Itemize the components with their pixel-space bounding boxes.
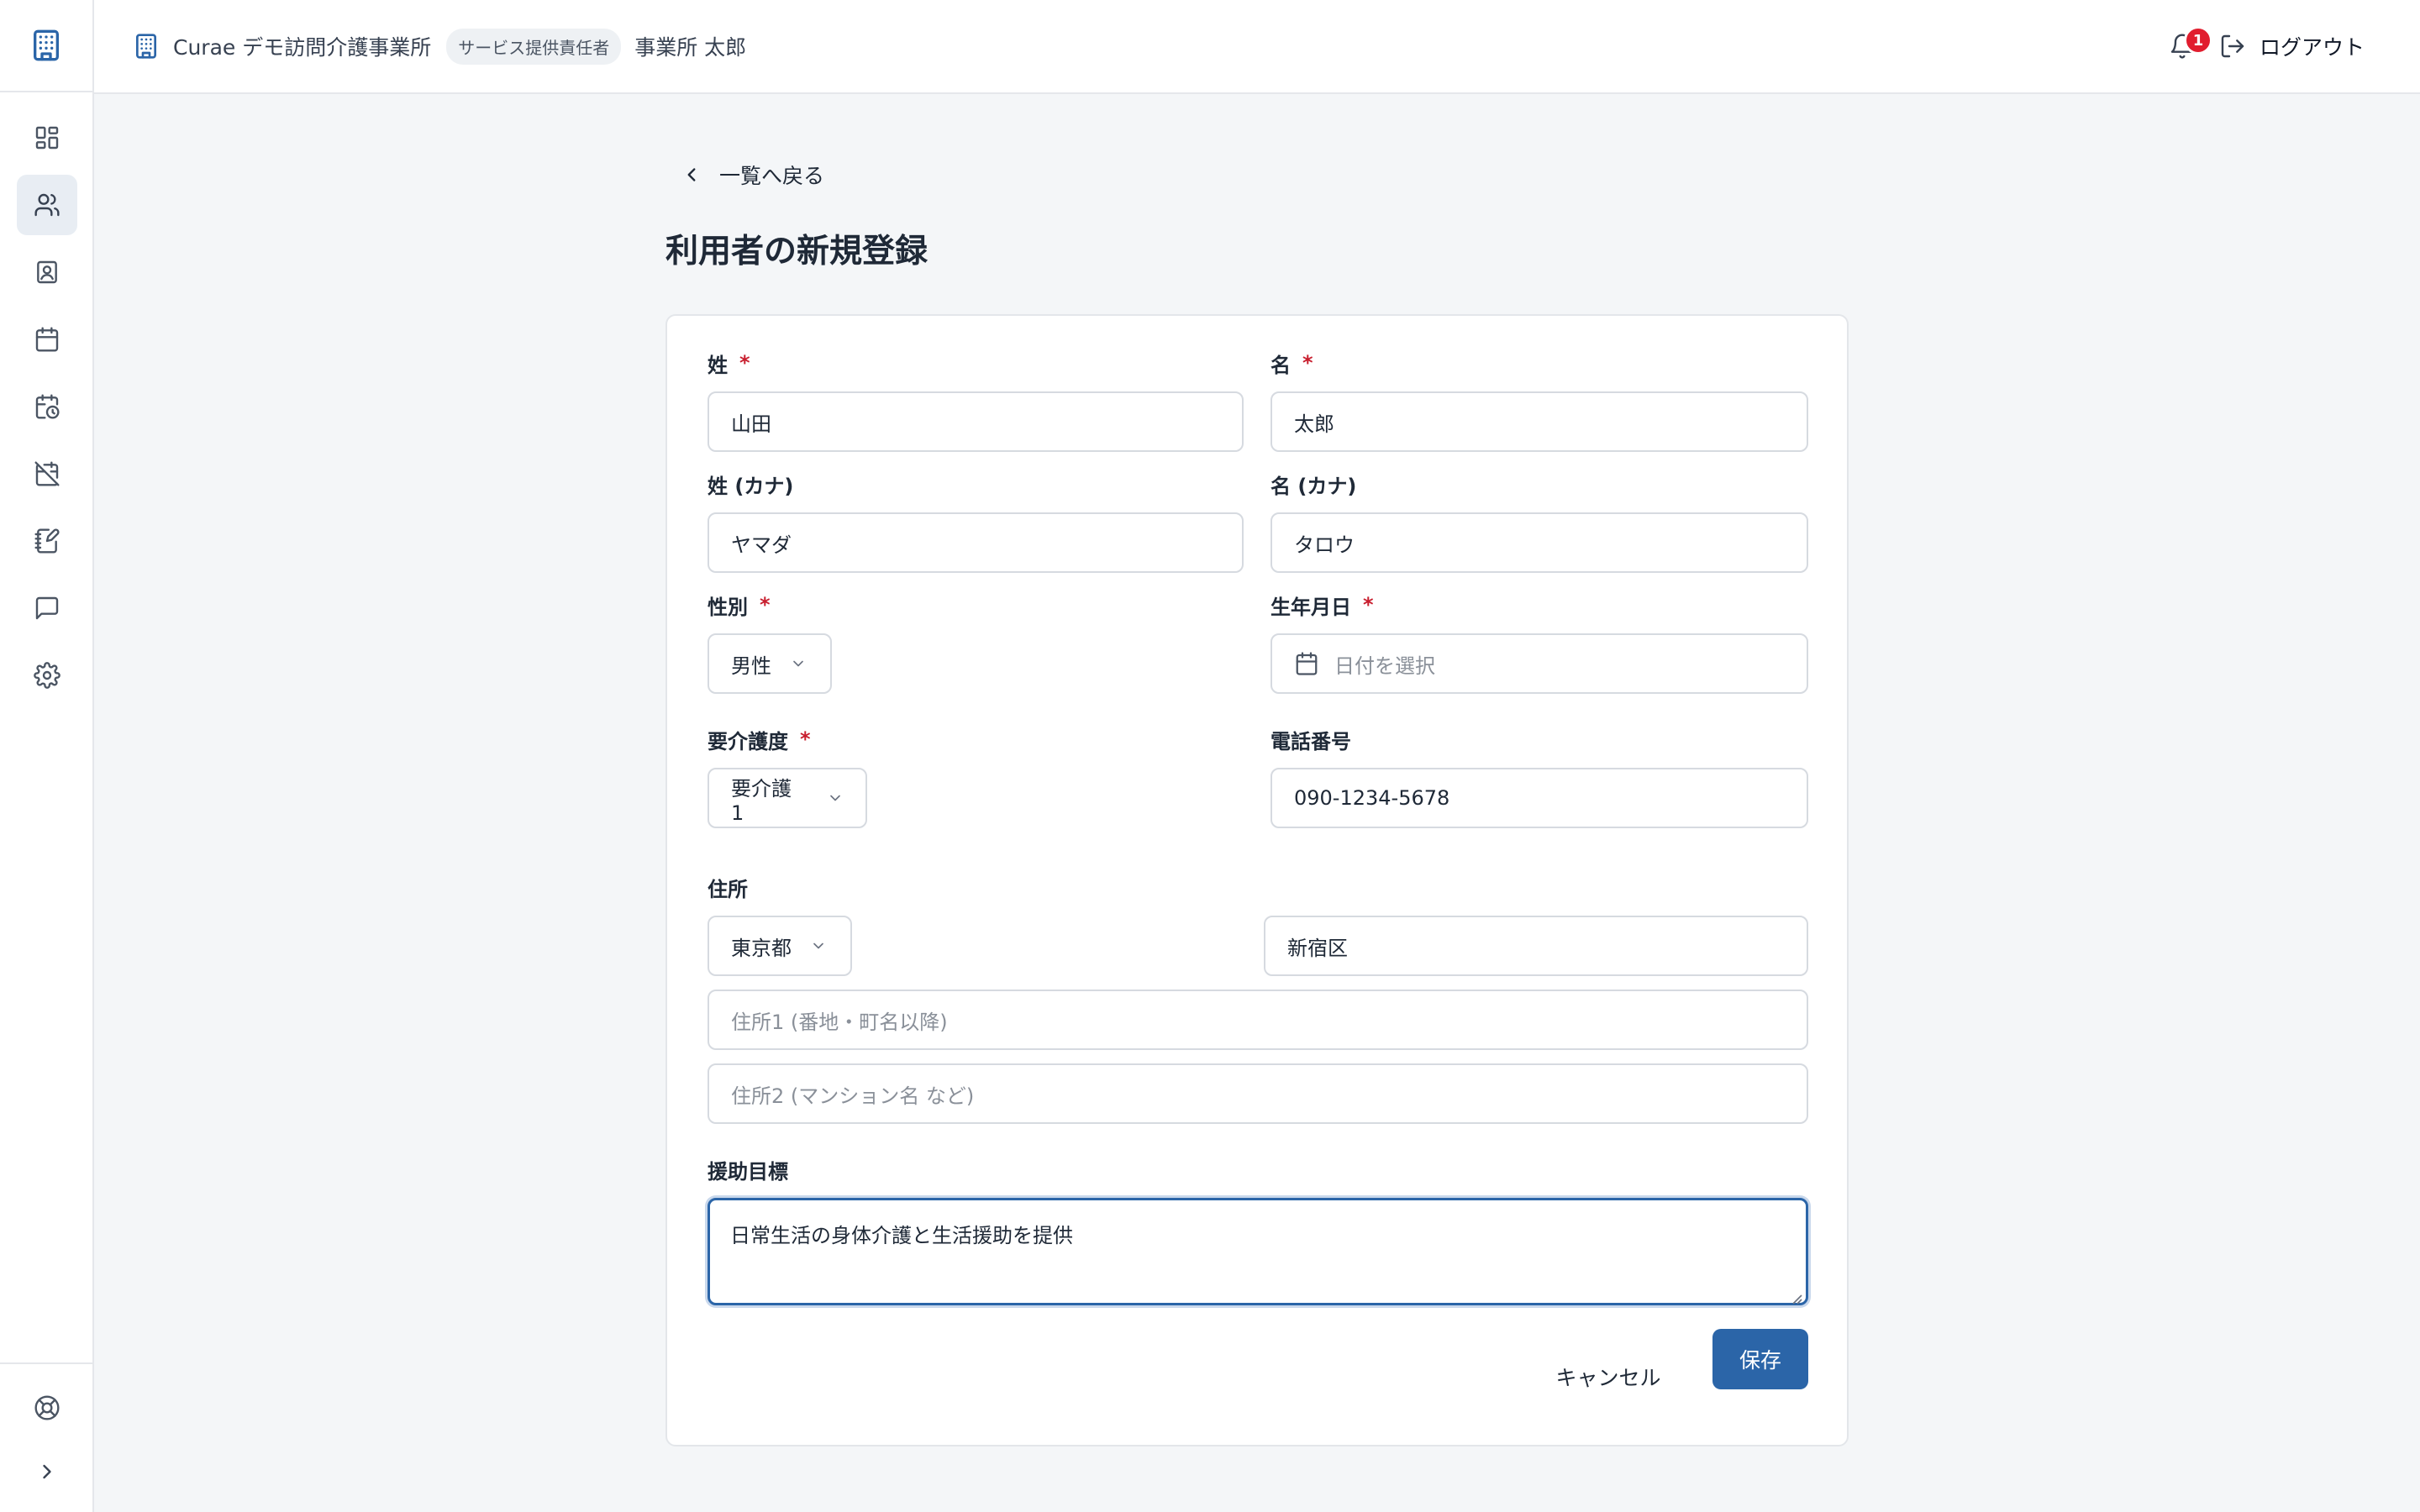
first-name-kana-input[interactable]: タロウ bbox=[1270, 512, 1808, 573]
save-button[interactable]: 保存 bbox=[1712, 1329, 1808, 1389]
care-level-value: 要介護 1 bbox=[731, 776, 792, 825]
last-name-label-text: 姓 bbox=[708, 353, 728, 377]
sidebar-divider bbox=[0, 1362, 92, 1364]
client-registration-form: 姓 * 山田 名 * 太郎 姓 (カナ) ヤマダ 名 (カナ) タロウ 性別 *… bbox=[666, 314, 1849, 1446]
calendar-clock-icon bbox=[34, 393, 60, 420]
first-name-kana-label: 名 (カナ) bbox=[1270, 474, 1357, 498]
phone-value: 090-1234-5678 bbox=[1294, 786, 1450, 810]
last-name-label: 姓 * bbox=[708, 349, 750, 377]
address-line2-placeholder: 住所2 (マンション名 など) bbox=[731, 1084, 975, 1108]
sidebar-item-help[interactable] bbox=[17, 1378, 77, 1438]
user-name: 事業所 太郎 bbox=[634, 35, 747, 60]
notifications-button[interactable]: 1 bbox=[2164, 26, 2212, 65]
page-title: 利用者の新規登録 bbox=[666, 233, 929, 270]
back-link[interactable]: 一覧へ戻る bbox=[681, 155, 824, 195]
first-name-value: 太郎 bbox=[1294, 412, 1334, 436]
back-label: 一覧へ戻る bbox=[719, 164, 825, 188]
gender-label: 性別 * bbox=[708, 591, 771, 619]
address-label: 住所 bbox=[708, 877, 748, 901]
birthdate-placeholder: 日付を選択 bbox=[1334, 654, 1435, 678]
sidebar-item-contacts[interactable] bbox=[17, 242, 77, 302]
first-name-input[interactable]: 太郎 bbox=[1270, 391, 1808, 452]
notification-count-badge: 1 bbox=[2183, 26, 2212, 55]
gender-label-text: 性別 bbox=[708, 595, 748, 619]
chevron-right-icon bbox=[35, 1460, 59, 1483]
logout-label: ログアウト bbox=[2259, 35, 2365, 60]
sidebar-expand-button[interactable] bbox=[17, 1441, 77, 1502]
care-level-label: 要介護度 * bbox=[708, 726, 811, 753]
city-input[interactable]: 新宿区 bbox=[1264, 916, 1808, 976]
required-mark: * bbox=[760, 593, 771, 617]
sidebar-item-settings[interactable] bbox=[17, 645, 77, 706]
first-name-label-text: 名 bbox=[1270, 353, 1291, 377]
calendar-icon bbox=[1294, 651, 1319, 676]
office-name: Curae デモ訪問介護事業所 bbox=[173, 35, 432, 60]
calendar-off-icon bbox=[34, 460, 60, 487]
phone-label: 電話番号 bbox=[1270, 729, 1351, 753]
dashboard-icon bbox=[34, 124, 60, 151]
goal-value: 日常生活の身体介護と生活援助を提供 bbox=[730, 1224, 1073, 1247]
gear-icon bbox=[34, 662, 60, 689]
sidebar-item-calendar-off[interactable] bbox=[17, 444, 77, 504]
care-level-select[interactable]: 要介護 1 bbox=[708, 768, 867, 828]
calendar-icon bbox=[34, 326, 60, 353]
last-name-value: 山田 bbox=[731, 412, 771, 436]
first-name-kana-value: タロウ bbox=[1294, 533, 1355, 557]
required-mark: * bbox=[800, 727, 811, 751]
cancel-button[interactable]: キャンセル bbox=[1549, 1347, 1667, 1406]
office-info: Curae デモ訪問介護事業所 サービス提供責任者 事業所 太郎 bbox=[133, 0, 746, 92]
birthdate-label-text: 生年月日 bbox=[1270, 595, 1351, 619]
chevron-down-icon bbox=[810, 937, 827, 954]
last-name-kana-label: 姓 (カナ) bbox=[708, 474, 794, 498]
address-line1-input[interactable]: 住所1 (番地・町名以降) bbox=[708, 990, 1808, 1050]
required-mark: * bbox=[1302, 351, 1313, 375]
header-actions: 1 ログアウト bbox=[2164, 0, 2365, 92]
message-icon bbox=[34, 595, 60, 622]
building-icon bbox=[29, 29, 63, 62]
app-logo[interactable] bbox=[0, 0, 92, 92]
sidebar bbox=[0, 0, 94, 1512]
resize-handle-icon[interactable] bbox=[1789, 1286, 1802, 1305]
notebook-pen-icon bbox=[34, 528, 60, 554]
gender-value: 男性 bbox=[731, 654, 771, 678]
goal-label: 援助目標 bbox=[708, 1159, 788, 1184]
contact-card-icon bbox=[34, 259, 60, 286]
last-name-input[interactable]: 山田 bbox=[708, 391, 1244, 452]
goal-textarea[interactable]: 日常生活の身体介護と生活援助を提供 bbox=[708, 1198, 1808, 1305]
care-level-label-text: 要介護度 bbox=[708, 729, 788, 753]
city-value: 新宿区 bbox=[1287, 936, 1348, 960]
sidebar-item-records[interactable] bbox=[17, 511, 77, 571]
sidebar-item-calendar[interactable] bbox=[17, 309, 77, 370]
address-line2-input[interactable]: 住所2 (マンション名 など) bbox=[708, 1063, 1808, 1124]
building-icon bbox=[133, 33, 160, 60]
logout-icon bbox=[2219, 33, 2246, 60]
required-mark: * bbox=[1363, 593, 1374, 617]
chevron-down-icon bbox=[790, 655, 807, 672]
chevron-down-icon bbox=[827, 790, 844, 806]
gender-select[interactable]: 男性 bbox=[708, 633, 832, 694]
chevron-left-icon bbox=[681, 164, 702, 186]
sidebar-item-users[interactable] bbox=[17, 175, 77, 235]
role-badge: サービス提供責任者 bbox=[446, 28, 622, 65]
birthdate-label: 生年月日 * bbox=[1270, 591, 1374, 619]
required-mark: * bbox=[739, 351, 750, 375]
address-line1-placeholder: 住所1 (番地・町名以降) bbox=[731, 1010, 948, 1034]
last-name-kana-input[interactable]: ヤマダ bbox=[708, 512, 1244, 573]
logout-button[interactable]: ログアウト bbox=[2219, 31, 2365, 61]
sidebar-item-schedule[interactable] bbox=[17, 376, 77, 437]
sidebar-item-dashboard[interactable] bbox=[17, 108, 77, 168]
help-buoy-icon bbox=[34, 1394, 60, 1421]
first-name-label: 名 * bbox=[1270, 349, 1313, 377]
users-icon bbox=[34, 192, 60, 218]
top-bar: Curae デモ訪問介護事業所 サービス提供責任者 事業所 太郎 1 ログアウト bbox=[94, 0, 2420, 94]
sidebar-item-messages[interactable] bbox=[17, 578, 77, 638]
birthdate-picker[interactable]: 日付を選択 bbox=[1270, 633, 1808, 694]
phone-input[interactable]: 090-1234-5678 bbox=[1270, 768, 1808, 828]
last-name-kana-value: ヤマダ bbox=[731, 533, 792, 557]
prefecture-value: 東京都 bbox=[731, 936, 792, 960]
prefecture-select[interactable]: 東京都 bbox=[708, 916, 852, 976]
